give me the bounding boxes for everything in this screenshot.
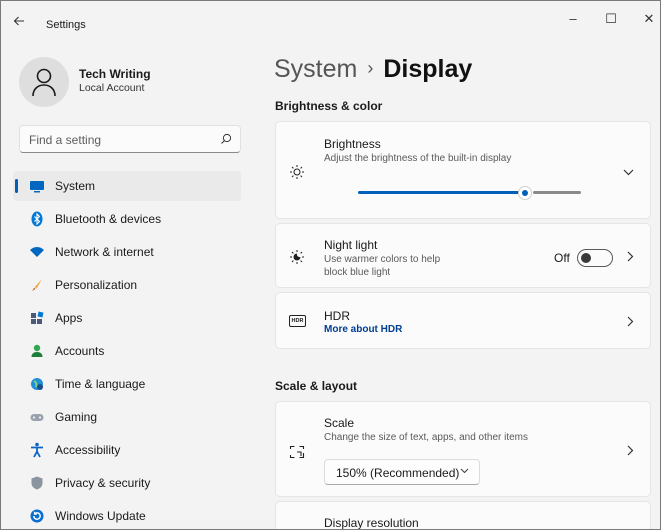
sidebar-item-network[interactable]: Network & internet	[13, 237, 241, 267]
hdr-card[interactable]: HDR HDR More about HDR	[275, 292, 651, 349]
apps-icon	[31, 311, 44, 324]
brightness-slider-track	[533, 191, 581, 194]
arrow-left-icon	[13, 16, 24, 26]
page-title: Display	[383, 55, 473, 83]
sidebar-item-label: System	[55, 179, 96, 193]
chevron-right-icon[interactable]	[627, 444, 634, 459]
night-light-icon	[290, 250, 304, 264]
sidebar-item-personalization[interactable]: Personalization	[13, 270, 241, 300]
profile-account-type: Local Account	[79, 82, 145, 94]
person-icon	[31, 344, 43, 357]
scale-card[interactable]: Scale Change the size of text, apps, and…	[275, 401, 651, 497]
back-button[interactable]	[13, 14, 33, 34]
scale-dropdown-value: 150% (Recommended)	[336, 466, 460, 480]
breadcrumb-separator: ›	[367, 58, 374, 78]
sidebar-item-label: Windows Update	[55, 509, 146, 523]
brightness-slider[interactable]	[358, 186, 581, 200]
active-indicator	[15, 179, 18, 193]
title-bar: Settings – ☐ ✕	[1, 1, 660, 41]
sidebar-item-label: Privacy & security	[55, 476, 151, 490]
chevron-right-icon[interactable]	[627, 250, 634, 265]
hdr-icon: HDR	[289, 315, 306, 327]
shield-icon	[31, 476, 43, 490]
close-button[interactable]: ✕	[639, 11, 659, 31]
globe-clock-icon	[31, 378, 43, 390]
breadcrumb-parent[interactable]: System	[274, 55, 357, 83]
sidebar-item-label: Apps	[55, 311, 83, 325]
sidebar-item-label: Personalization	[55, 278, 138, 292]
sidebar-item-time-language[interactable]: Time & language	[13, 369, 241, 399]
monitor-icon	[30, 181, 44, 193]
brightness-icon	[290, 165, 304, 179]
sidebar-item-privacy-security[interactable]: Privacy & security	[13, 468, 241, 498]
avatar	[19, 57, 69, 107]
section-title-brightness-color: Brightness & color	[275, 99, 383, 113]
wifi-icon	[30, 247, 44, 257]
minimize-button[interactable]: –	[563, 11, 583, 31]
gamepad-icon	[30, 414, 44, 421]
search-icon	[221, 133, 232, 144]
brightness-card[interactable]: Brightness Adjust the brightness of the …	[275, 121, 651, 219]
profile-name: Tech Writing	[79, 67, 151, 81]
scale-dropdown[interactable]: 150% (Recommended)	[324, 459, 480, 485]
hdr-title: HDR	[324, 309, 350, 323]
sidebar-item-accounts[interactable]: Accounts	[13, 336, 241, 366]
accessibility-icon	[31, 442, 43, 458]
display-resolution-card[interactable]: Display resolution	[275, 501, 651, 530]
settings-window: Settings – ☐ ✕ Tech Writing Local Accoun…	[0, 0, 661, 530]
breadcrumb: System › Display	[274, 55, 472, 84]
sidebar-item-label: Accounts	[55, 344, 105, 358]
person-icon	[32, 68, 56, 97]
night-light-title: Night light	[324, 238, 378, 252]
sidebar-item-system[interactable]: System	[13, 171, 241, 201]
bluetooth-icon	[31, 211, 43, 227]
brightness-title: Brightness	[324, 137, 381, 151]
night-light-description: Use warmer colors to help block blue lig…	[324, 254, 441, 278]
sidebar-item-label: Bluetooth & devices	[55, 212, 162, 226]
sidebar-item-bluetooth[interactable]: Bluetooth & devices	[13, 204, 241, 234]
night-light-card[interactable]: Night light Use warmer colors to help bl…	[275, 223, 651, 288]
sidebar-item-label: Network & internet	[55, 245, 154, 259]
sidebar-item-windows-update[interactable]: Windows Update	[13, 501, 241, 529]
chevron-down-icon	[460, 466, 469, 477]
sidebar-item-label: Accessibility	[55, 443, 121, 457]
night-light-state: Off	[554, 251, 570, 265]
sidebar-item-label: Time & language	[55, 377, 146, 391]
brightness-slider-fill	[358, 191, 525, 194]
update-icon	[30, 509, 44, 523]
search-input[interactable]: Find a setting	[19, 125, 241, 153]
search-placeholder: Find a setting	[29, 133, 102, 147]
sidebar-item-apps[interactable]: Apps	[13, 303, 241, 333]
scale-icon	[289, 445, 305, 459]
window-title: Settings	[46, 19, 86, 31]
chevron-down-icon[interactable]	[623, 164, 634, 179]
maximize-button[interactable]: ☐	[601, 11, 621, 31]
hdr-link[interactable]: More about HDR	[324, 324, 402, 335]
scale-description: Change the size of text, apps, and other…	[324, 432, 529, 443]
scale-title: Scale	[324, 416, 355, 430]
brightness-slider-thumb[interactable]	[518, 186, 532, 200]
sidebar-item-label: Gaming	[55, 410, 98, 424]
chevron-right-icon[interactable]	[627, 315, 634, 330]
display-resolution-title: Display resolution	[324, 516, 419, 530]
sidebar-item-accessibility[interactable]: Accessibility	[13, 435, 241, 465]
section-title-scale-layout: Scale & layout	[275, 379, 358, 393]
sidebar-item-gaming[interactable]: Gaming	[13, 402, 241, 432]
night-light-toggle[interactable]	[577, 249, 613, 267]
brightness-description: Adjust the brightness of the built-in di…	[324, 153, 512, 164]
brush-icon	[32, 279, 42, 291]
